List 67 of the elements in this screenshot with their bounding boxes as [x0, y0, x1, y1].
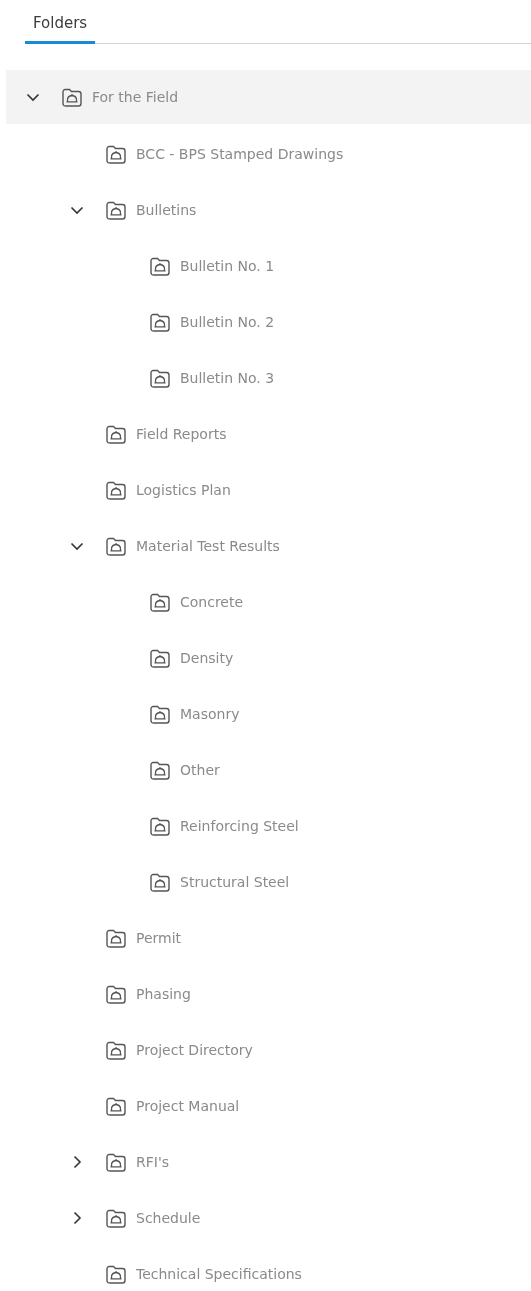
folder-name: Logistics Plan	[136, 482, 231, 498]
tree-row[interactable]: Technical Specifications	[6, 1246, 531, 1291]
folder-hardhat-icon	[150, 872, 170, 892]
folder-name: Technical Specifications	[136, 1266, 302, 1282]
folders-tab[interactable]: Folders	[25, 8, 96, 44]
tree-row[interactable]: Bulletin No. 1	[6, 238, 531, 294]
folder-name: Permit	[136, 930, 182, 946]
folder-name: Material Test Results	[136, 538, 280, 554]
folder-hardhat-icon	[106, 1208, 126, 1228]
folder-hardhat-icon	[106, 984, 126, 1004]
folder-name: Project Manual	[136, 1098, 240, 1114]
folder-name: Density	[180, 650, 234, 666]
tree-row[interactable]: Schedule	[6, 1190, 531, 1246]
folder-hardhat-icon	[150, 816, 170, 836]
tree-row[interactable]: Concrete	[6, 574, 531, 630]
folder-hardhat-icon	[106, 928, 126, 948]
folder-name: Bulletin No. 2	[180, 314, 275, 330]
folder-name: Masonry	[180, 706, 240, 722]
folder-hardhat-icon	[106, 200, 126, 220]
folder-hardhat-icon	[62, 87, 82, 107]
tree-row[interactable]: Material Test Results	[6, 518, 531, 574]
folder-hardhat-icon	[150, 368, 170, 388]
tree-row[interactable]: Bulletins	[6, 182, 531, 238]
folder-hardhat-icon	[106, 1152, 126, 1172]
tree-row[interactable]: Masonry	[6, 686, 531, 742]
folder-hardhat-icon	[150, 256, 170, 276]
folder-name: Field Reports	[136, 426, 227, 442]
tree-row[interactable]: Project Directory	[6, 1022, 531, 1078]
tree-row[interactable]: RFI's	[6, 1134, 531, 1190]
folder-name: Other	[180, 762, 220, 778]
tree-row[interactable]: BCC - BPS Stamped Drawings	[6, 126, 531, 182]
folder-name: Project Directory	[136, 1042, 253, 1058]
folder-name: Structural Steel	[180, 874, 290, 890]
folder-hardhat-icon	[150, 592, 170, 612]
folder-hardhat-icon	[106, 1040, 126, 1060]
folder-hardhat-icon	[106, 536, 126, 556]
tree-row[interactable]: Permit	[6, 910, 531, 966]
folder-name: Bulletin No. 3	[180, 370, 275, 386]
folder-name: Bulletin No. 1	[180, 258, 275, 274]
folder-name: RFI's	[136, 1154, 170, 1170]
folder-name: For the Field	[92, 89, 179, 105]
tree-row[interactable]: Field Reports	[6, 406, 531, 462]
folder-hardhat-icon	[150, 760, 170, 780]
folder-name: Phasing	[136, 986, 191, 1002]
folder-hardhat-icon	[106, 1096, 126, 1116]
folder-name: Reinforcing Steel	[180, 818, 299, 834]
folder-name: Bulletins	[136, 202, 197, 218]
tree-row[interactable]: Other	[6, 742, 531, 798]
tree-row[interactable]: Logistics Plan	[6, 462, 531, 518]
tree-row[interactable]: Project Manual	[6, 1078, 531, 1134]
tree-row[interactable]: For the Field	[6, 70, 531, 124]
folder-hardhat-icon	[106, 144, 126, 164]
tree-row[interactable]: Reinforcing Steel	[6, 798, 531, 854]
folder-hardhat-icon	[150, 648, 170, 668]
folder-name: Schedule	[136, 1210, 201, 1226]
folder-name: BCC - BPS Stamped Drawings	[136, 146, 344, 162]
folder-hardhat-icon	[106, 424, 126, 444]
folder-hardhat-icon	[150, 704, 170, 724]
tree-row[interactable]: Bulletin No. 3	[6, 350, 531, 406]
folder-hardhat-icon	[150, 312, 170, 332]
tree-row[interactable]: Bulletin No. 2	[6, 294, 531, 350]
folder-name: Concrete	[180, 594, 244, 610]
tree-row[interactable]: Structural Steel	[6, 854, 531, 910]
tree-row[interactable]: Phasing	[6, 966, 531, 1022]
tree-row[interactable]: Density	[6, 630, 531, 686]
folder-hardhat-icon	[106, 480, 126, 500]
folder-hardhat-icon	[106, 1264, 126, 1284]
